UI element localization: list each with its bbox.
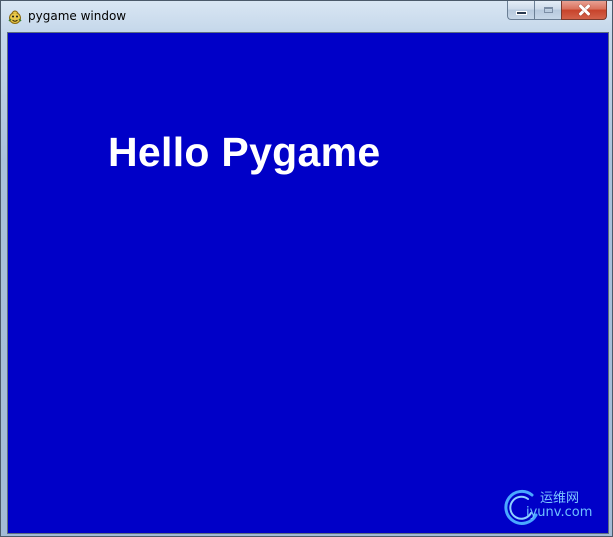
watermark: 运维网 iyunv.com <box>502 485 604 529</box>
caption-buttons <box>507 1 607 21</box>
maximize-icon <box>543 7 553 13</box>
pygame-window: pygame window Hello Pygame 运维网 iyunv.com <box>0 0 613 537</box>
window-title: pygame window <box>28 9 127 23</box>
pygame-surface[interactable]: Hello Pygame 运维网 iyunv.com <box>7 32 609 534</box>
minimize-button[interactable] <box>507 1 534 20</box>
watermark-en-text: iyunv.com <box>526 505 593 520</box>
hello-text: Hello Pygame <box>108 129 381 175</box>
close-icon <box>578 4 590 16</box>
close-button[interactable] <box>561 1 607 20</box>
maximize-button[interactable] <box>534 1 561 20</box>
title-bar[interactable]: pygame window <box>1 1 612 31</box>
minimize-icon <box>516 12 526 14</box>
watermark-cn-text: 运维网 <box>540 491 580 506</box>
pygame-snake-icon[interactable] <box>7 9 23 25</box>
